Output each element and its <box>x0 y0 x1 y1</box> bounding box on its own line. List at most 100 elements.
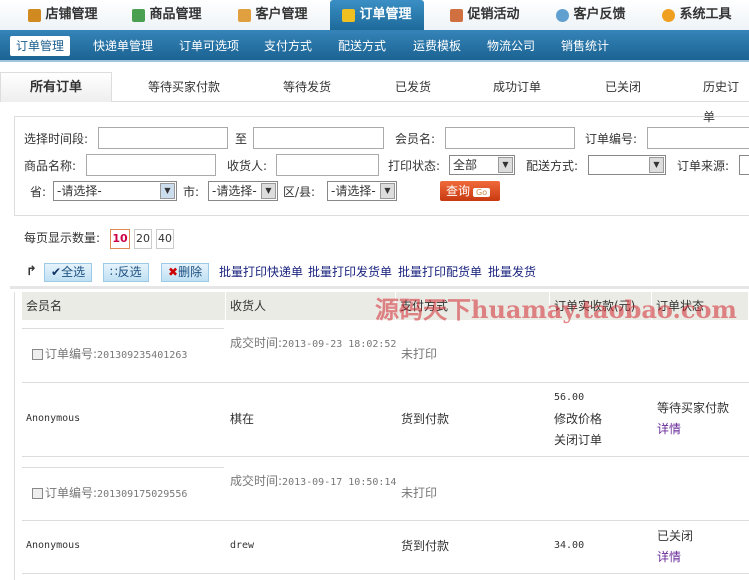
city-select[interactable]: -请选择- ▼ <box>208 181 278 201</box>
receiver-name: drew <box>230 540 255 551</box>
order-checkbox[interactable] <box>32 349 43 360</box>
subnav-order-options[interactable]: 订单可选项 <box>173 36 245 56</box>
chevron-down-icon: ▼ <box>380 183 395 199</box>
top-nav-feedback[interactable]: 客户反馈 <box>546 0 636 30</box>
tab-all[interactable]: 所有订单 <box>0 72 112 102</box>
label: 订单管理 <box>359 7 412 22</box>
watermark: 源码天下huamay.taobao.com <box>375 295 737 324</box>
source-select[interactable] <box>739 155 749 175</box>
to-label: 至 <box>235 132 248 146</box>
tab-awaiting-shipment[interactable]: 等待发货 <box>283 72 331 102</box>
chevron-down-icon: ▼ <box>649 157 664 173</box>
print-status-label: 打印状态: <box>388 159 441 173</box>
order-tabs: 所有订单 等待买家付款 等待发货 已发货 成功订单 已关闭 历史订单 <box>0 72 749 124</box>
top-nav-orders[interactable]: 订单管理 <box>330 0 424 30</box>
subnav-express[interactable]: 快递单管理 <box>87 36 159 56</box>
member-label: 会员名: <box>395 132 436 146</box>
subnav-sales[interactable]: 销售统计 <box>555 36 615 56</box>
per-page-10[interactable]: 10 <box>110 229 130 249</box>
time-label: 选择时间段: <box>24 132 89 146</box>
value: 2013-09-17 10:50:14 <box>282 477 397 488</box>
order-number: 订单编号:201309175029556 <box>32 483 187 505</box>
batch-ship-link[interactable]: 批量发货 <box>488 264 536 281</box>
gear-icon <box>662 8 676 22</box>
label: 促销活动 <box>467 7 520 22</box>
col-member: 会员名 <box>22 292 226 320</box>
tab-history[interactable]: 历史订单 <box>703 72 749 124</box>
delete-button[interactable]: ✖删除 <box>161 263 210 282</box>
subnav-delivery[interactable]: 配送方式 <box>332 36 392 56</box>
top-nav-customers[interactable]: 客户管理 <box>228 0 318 30</box>
value: -请选择- <box>57 184 102 198</box>
label: 查询 <box>446 184 471 198</box>
select-all-button[interactable]: ✔全选 <box>44 263 93 282</box>
value: 全部 <box>453 158 478 172</box>
delivery-label: 配送方式: <box>526 159 579 173</box>
delivery-select[interactable]: ▼ <box>588 155 666 175</box>
product-label: 商品名称: <box>24 159 77 173</box>
per-page-40[interactable]: 40 <box>156 229 174 249</box>
label: 删除 <box>178 265 203 279</box>
edit-price-link[interactable]: 修改价格 <box>554 409 602 429</box>
end-time-input[interactable] <box>253 127 384 149</box>
tab-shipped[interactable]: 已发货 <box>395 72 431 102</box>
batch-print-picking-link[interactable]: 批量打印配货单 <box>398 264 482 281</box>
subnav-logistics[interactable]: 物流公司 <box>481 36 541 56</box>
chevron-down-icon: ▼ <box>160 183 175 199</box>
close-order-link[interactable]: 关闭订单 <box>554 430 602 450</box>
per-page-20[interactable]: 20 <box>134 229 152 249</box>
top-nav: 店铺管理 商品管理 客户管理 订单管理 促销活动 客户反馈 系统工具 <box>0 0 749 30</box>
subnav-freight[interactable]: 运费模板 <box>407 36 467 56</box>
check-icon: ✔ <box>51 265 62 279</box>
member-name: Anonymous <box>26 413 81 424</box>
batch-print-shipping-link[interactable]: 批量打印发货单 <box>308 264 392 281</box>
member-name: Anonymous <box>26 540 81 551</box>
invert-icon: ∷ <box>110 265 118 279</box>
value: 201309235401263 <box>97 350 188 361</box>
print-status: 未打印 <box>401 347 438 361</box>
go-badge: Go <box>473 188 491 197</box>
batch-print-express-link[interactable]: 批量打印快递单 <box>219 264 303 281</box>
payment-method: 货到付款 <box>401 412 450 426</box>
value: 2013-09-23 18:02:52 <box>282 339 397 350</box>
value: 201309175029556 <box>97 489 188 500</box>
tab-success[interactable]: 成功订单 <box>493 72 541 102</box>
close-icon: ✖ <box>168 265 179 279</box>
payment-method: 货到付款 <box>401 539 450 553</box>
order-checkbox[interactable] <box>32 488 43 499</box>
promotions-icon <box>450 8 464 22</box>
province-select[interactable]: -请选择- ▼ <box>53 181 177 201</box>
print-status-select[interactable]: 全部 ▼ <box>449 155 515 175</box>
district-select[interactable]: -请选择- ▼ <box>327 181 397 201</box>
province-label: 省: <box>30 185 47 199</box>
feedback-icon <box>556 8 570 22</box>
tab-closed[interactable]: 已关闭 <box>605 72 641 102</box>
invert-selection-button[interactable]: ∷反选 <box>103 263 149 282</box>
label: 系统工具 <box>679 7 732 22</box>
product-input[interactable] <box>86 154 216 176</box>
top-nav-products[interactable]: 商品管理 <box>122 0 212 30</box>
order-no-input[interactable] <box>647 127 749 149</box>
detail-link[interactable]: 详情 <box>657 419 681 439</box>
receiver-input[interactable] <box>276 154 379 176</box>
query-button[interactable]: 查询 Go <box>440 181 500 201</box>
order-time: 成交时间:2013-09-17 10:50:14 <box>230 470 398 496</box>
top-nav-promotions[interactable]: 促销活动 <box>440 0 530 30</box>
label: 成交时间: <box>230 336 283 350</box>
label: 客户管理 <box>255 7 308 22</box>
order-status: 等待买家付款 <box>657 401 730 415</box>
subnav-payment[interactable]: 支付方式 <box>258 36 318 56</box>
top-nav-tools[interactable]: 系统工具 <box>652 0 742 30</box>
order-status: 已关闭 <box>657 529 694 543</box>
label: 店铺管理 <box>45 7 98 22</box>
top-nav-store[interactable]: 店铺管理 <box>18 0 108 30</box>
subnav-orders[interactable]: 订单管理 <box>10 36 71 56</box>
label: 商品管理 <box>149 7 202 22</box>
detail-link[interactable]: 详情 <box>657 547 681 567</box>
tab-awaiting-payment[interactable]: 等待买家付款 <box>148 72 220 102</box>
value: -请选择- <box>212 184 257 198</box>
start-time-input[interactable] <box>98 127 228 149</box>
member-input[interactable] <box>445 127 575 149</box>
label: 成交时间: <box>230 474 283 488</box>
store-icon <box>28 8 42 22</box>
